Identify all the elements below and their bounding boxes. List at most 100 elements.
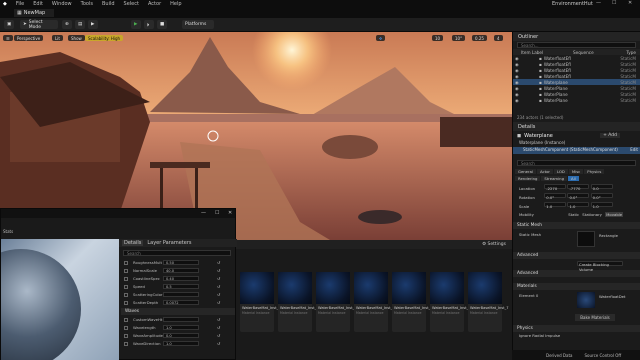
rotation-x[interactable]: 0.0° [544, 193, 567, 200]
menu-edit[interactable]: Edit [33, 1, 43, 7]
platforms-dropdown[interactable]: Platforms [182, 20, 214, 29]
derived-data-button[interactable]: Derived Data [546, 353, 573, 358]
show-button[interactable]: Show [68, 35, 85, 41]
menu-select[interactable]: Select [124, 1, 139, 7]
instance-row[interactable]: Waterplane (Instance) [513, 140, 640, 147]
reset-icon[interactable]: ↺ [217, 325, 220, 330]
param-value[interactable]: 0.0072 [163, 300, 199, 305]
component-row[interactable]: StaticMeshComponent (StaticMeshComponent… [513, 147, 640, 154]
param-value[interactable]: 0.5 [163, 284, 199, 289]
eye-icon[interactable]: ◉ [515, 86, 519, 91]
location-z[interactable]: 0.0 [590, 184, 613, 191]
source-control-button[interactable]: Source Control Off [585, 353, 622, 358]
asset-tile[interactable]: WaterBaseMat_Inst_4 Material Instance [354, 272, 395, 332]
asset-tile[interactable]: WaterBaseMat_Inst_3 Material Instance [316, 272, 357, 332]
reset-icon[interactable]: ↺ [217, 317, 220, 322]
material-thumbnail[interactable] [577, 292, 595, 308]
param-value[interactable]: 1.0 [163, 325, 199, 330]
minimize-button[interactable]: — [596, 0, 601, 6]
column-type[interactable]: Type [626, 50, 636, 55]
create-blocking-volume-button[interactable]: Create Blocking Volume [577, 261, 623, 272]
param-value[interactable]: 40.0 [163, 268, 199, 273]
lit-button[interactable]: Lit [52, 35, 63, 41]
add-component-button[interactable]: + Add [600, 133, 620, 138]
scalability-button[interactable]: Scalability: High [85, 35, 124, 41]
rotation-snap-button[interactable]: 10° [452, 35, 466, 41]
param-value[interactable] [163, 292, 199, 297]
parameter-search-input[interactable]: Search [123, 250, 231, 256]
rotation-y[interactable]: 0.0° [567, 193, 590, 200]
param-checkbox[interactable] [124, 325, 128, 330]
param-checkbox[interactable] [124, 260, 128, 265]
grid-snap-button[interactable]: 10 [432, 35, 444, 41]
viewport-menu-button[interactable]: ☰ [3, 35, 13, 41]
param-checkbox[interactable] [124, 276, 128, 281]
scale-z[interactable]: 1.0 [590, 202, 613, 209]
stop-button[interactable]: ■ [157, 20, 167, 29]
waves-group[interactable]: Waves [121, 308, 235, 315]
play-button[interactable]: ▶ [131, 20, 141, 29]
asset-tile[interactable]: WaterBaseMat_Inst_5 Material Instance [392, 272, 433, 332]
blueprint-icon[interactable]: ▤ [75, 20, 85, 29]
menu-build[interactable]: Build [102, 1, 115, 7]
menu-help[interactable]: Help [170, 1, 181, 7]
physics-section[interactable]: Physics [513, 325, 640, 332]
column-sequence[interactable]: Sequence [573, 50, 594, 55]
close-button[interactable]: ✕ [628, 0, 632, 6]
outliner-row[interactable]: ◉ ▪ WaterPlane StaticM [513, 97, 640, 103]
unreal-logo-icon[interactable]: ◆ [3, 1, 7, 7]
details-tab-streaming[interactable]: Streaming [541, 176, 567, 181]
settings-button[interactable]: ⚙ Settings [482, 242, 506, 247]
param-checkbox[interactable] [124, 317, 128, 322]
eye-icon[interactable]: ◉ [515, 68, 519, 73]
launch-button[interactable]: ⏵ [144, 20, 154, 29]
param-checkbox[interactable] [124, 341, 128, 346]
details-tab-actor[interactable]: Actor [536, 169, 553, 174]
camera-speed-button[interactable]: 4 [494, 35, 503, 41]
maximize-button[interactable]: ☐ [612, 0, 616, 6]
static-mesh-thumbnail[interactable] [577, 231, 595, 247]
mobility-static[interactable]: Static [568, 212, 579, 217]
mobility-movable[interactable]: Movable [605, 212, 624, 217]
asset-tile[interactable]: WaterBaseMat_Inst_1 Material Instance [240, 272, 281, 332]
translate-icon[interactable]: ✥ [376, 35, 386, 41]
details-tab-lod[interactable]: LOD [553, 169, 568, 174]
menu-window[interactable]: Window [52, 1, 72, 7]
cinematics-icon[interactable]: ▶ [88, 20, 98, 29]
reset-icon[interactable]: ↺ [217, 276, 220, 281]
menu-tools[interactable]: Tools [81, 1, 93, 7]
save-icon[interactable]: ▣ [4, 20, 14, 29]
param-value[interactable]: 0.40 [163, 276, 199, 281]
eye-icon[interactable]: ◉ [515, 92, 519, 97]
outliner-search-input[interactable]: Search... [517, 42, 636, 48]
eye-icon[interactable]: ◉ [515, 74, 519, 79]
eye-icon[interactable]: ◉ [515, 98, 519, 103]
param-checkbox[interactable] [124, 268, 128, 273]
eye-icon[interactable]: ◉ [515, 62, 519, 67]
asset-tile[interactable]: WaterBaseMat_Inst_7 Material Instance [468, 272, 509, 332]
static-mesh-value[interactable]: Rectangle [599, 233, 618, 238]
details-search-input[interactable]: Search [517, 160, 636, 166]
param-checkbox[interactable] [124, 284, 128, 289]
param-checkbox[interactable] [124, 300, 128, 305]
materials-section[interactable]: Materials [513, 283, 640, 290]
eye-icon[interactable]: ◉ [515, 80, 519, 85]
details-tab[interactable]: Details [122, 240, 144, 246]
element0-value[interactable]: WaterfloatDet [599, 294, 626, 299]
details-tab-rendering[interactable]: Rendering [515, 176, 541, 181]
param-value[interactable]: 0.0 [163, 333, 199, 338]
asset-tile[interactable]: WaterBaseMat_Inst_6 Material Instance [430, 272, 471, 332]
layer-parameters-tab[interactable]: Layer Parameters [147, 240, 191, 246]
menu-file[interactable]: File [16, 1, 24, 7]
details-tab-misc[interactable]: Misc [568, 169, 584, 174]
reset-icon[interactable]: ↺ [217, 260, 220, 265]
param-value[interactable]: 0.50 [163, 260, 199, 265]
asset-tile[interactable]: WaterBaseMat_Inst_2 Material Instance [278, 272, 319, 332]
add-actor-icon[interactable]: ⊕ [62, 20, 72, 29]
edit-link[interactable]: Edit [630, 147, 638, 152]
reset-icon[interactable]: ↺ [217, 292, 220, 297]
window-maximize-button[interactable]: ☐ [215, 210, 219, 216]
reset-icon[interactable]: ↺ [217, 284, 220, 289]
select-mode-dropdown[interactable]: ➤ Select Mode [20, 20, 58, 30]
bake-materials-button[interactable]: Bake Materials [575, 314, 615, 321]
